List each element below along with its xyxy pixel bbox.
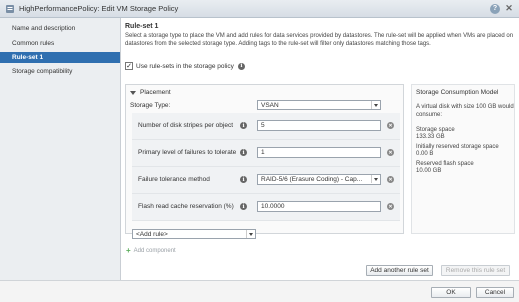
help-icon[interactable]: ? bbox=[490, 3, 500, 14]
reserved-flash-value: 10.00 GB bbox=[416, 168, 442, 174]
title-bar: HighPerformancePolicy: Edit VM Storage P… bbox=[0, 0, 519, 18]
page-description: Select a storage type to place the VM an… bbox=[125, 33, 514, 47]
add-component-link[interactable]: + Add component bbox=[126, 246, 176, 255]
failure-tolerance-method-value: RAID-5/6 (Erasure Coding) - Cap... bbox=[261, 176, 363, 183]
chevron-down-icon bbox=[371, 175, 380, 183]
ok-button[interactable]: OK bbox=[431, 287, 471, 298]
page-title: Rule-set 1 bbox=[125, 23, 159, 30]
dialog-footer: OK Cancel bbox=[0, 280, 519, 302]
cancel-button[interactable]: Cancel bbox=[476, 287, 514, 298]
add-component-label: Add component bbox=[133, 247, 176, 254]
sidebar-item-label: Rule-set 1 bbox=[12, 54, 44, 61]
sidebar-item-label: Storage compatibility bbox=[12, 68, 73, 75]
remove-rule-icon[interactable]: ✕ bbox=[387, 176, 394, 183]
failure-tolerance-method-select[interactable]: RAID-5/6 (Erasure Coding) - Cap... bbox=[257, 174, 381, 185]
info-icon[interactable]: i bbox=[240, 149, 247, 156]
sidebar-item-common-rules[interactable]: Common rules bbox=[0, 38, 120, 49]
add-rule-label: <Add rule> bbox=[136, 230, 168, 238]
remove-rule-icon[interactable]: ✕ bbox=[387, 149, 394, 156]
window-title: HighPerformancePolicy: Edit VM Storage P… bbox=[19, 4, 179, 13]
remove-rule-icon[interactable]: ✕ bbox=[387, 122, 394, 129]
add-another-ruleset-button[interactable]: Add another rule set bbox=[366, 265, 433, 276]
sidebar-item-rule-set-1[interactable]: Rule-set 1 bbox=[0, 52, 120, 63]
wizard-sidebar: Name and description Common rules Rule-s… bbox=[0, 18, 121, 280]
placement-label: Placement bbox=[140, 89, 171, 96]
rule-label: Number of disk stripes per object bbox=[138, 122, 234, 129]
failures-to-tolerate-input[interactable]: 1 bbox=[257, 147, 381, 158]
consumption-intro: A virtual disk with size 100 GB would co… bbox=[416, 104, 514, 118]
main-panel: Rule-set 1 Select a storage type to plac… bbox=[121, 18, 519, 280]
use-rulesets-row: ✓ Use rule-sets in the storage policy i bbox=[125, 62, 245, 70]
rule-label: Flash read cache reservation (%) bbox=[138, 203, 234, 210]
use-rulesets-checkbox[interactable]: ✓ bbox=[125, 62, 133, 70]
rule-row-disk-stripes: Number of disk stripes per object i 5 ✕ bbox=[132, 113, 400, 140]
close-icon[interactable]: ✕ bbox=[504, 3, 514, 14]
rule-row-failures-to-tolerate: Primary level of failures to tolerate i … bbox=[132, 140, 400, 167]
flash-cache-input[interactable]: 10.0000 bbox=[257, 201, 381, 212]
initially-reserved-value: 0.00 B bbox=[416, 151, 434, 157]
collapse-triangle-icon bbox=[130, 90, 136, 95]
storage-type-value: VSAN bbox=[261, 101, 279, 109]
remove-rule-icon[interactable]: ✕ bbox=[387, 203, 394, 210]
disk-stripes-input[interactable]: 5 bbox=[257, 120, 381, 131]
sidebar-item-label: Common rules bbox=[12, 40, 55, 47]
rule-row-flash-cache: Flash read cache reservation (%) i 10.00… bbox=[132, 194, 400, 221]
consumption-title: Storage Consumption Model bbox=[416, 89, 499, 96]
storage-space-value: 133.33 GB bbox=[416, 134, 445, 140]
rule-label: Primary level of failures to tolerate bbox=[138, 149, 237, 156]
info-icon[interactable]: i bbox=[237, 62, 245, 70]
info-icon[interactable]: i bbox=[240, 176, 247, 183]
storage-type-label: Storage Type: bbox=[130, 102, 171, 109]
storage-type-select[interactable]: VSAN bbox=[257, 100, 381, 110]
sidebar-item-name-and-description[interactable]: Name and description bbox=[0, 23, 120, 34]
remove-ruleset-button[interactable]: Remove this rule set bbox=[441, 265, 510, 276]
chevron-down-icon bbox=[246, 230, 255, 238]
sidebar-item-label: Name and description bbox=[12, 25, 76, 32]
info-icon[interactable]: i bbox=[240, 203, 247, 210]
placement-header[interactable]: Placement bbox=[130, 89, 171, 96]
sidebar-item-storage-compatibility[interactable]: Storage compatibility bbox=[0, 66, 120, 77]
add-rule-select[interactable]: <Add rule> bbox=[132, 229, 256, 239]
rule-label: Failure tolerance method bbox=[138, 176, 210, 183]
use-rulesets-label: Use rule-sets in the storage policy bbox=[136, 62, 234, 70]
plus-icon: + bbox=[126, 246, 131, 255]
vm-storage-policy-icon bbox=[6, 4, 14, 13]
storage-consumption-panel: Storage Consumption Model A virtual disk… bbox=[411, 84, 515, 234]
rule-set-panel: Placement Storage Type: VSAN Number of d… bbox=[125, 84, 404, 239]
rule-row-failure-tolerance-method: Failure tolerance method i RAID-5/6 (Era… bbox=[132, 167, 400, 194]
chevron-down-icon bbox=[371, 101, 380, 109]
info-icon[interactable]: i bbox=[240, 122, 247, 129]
